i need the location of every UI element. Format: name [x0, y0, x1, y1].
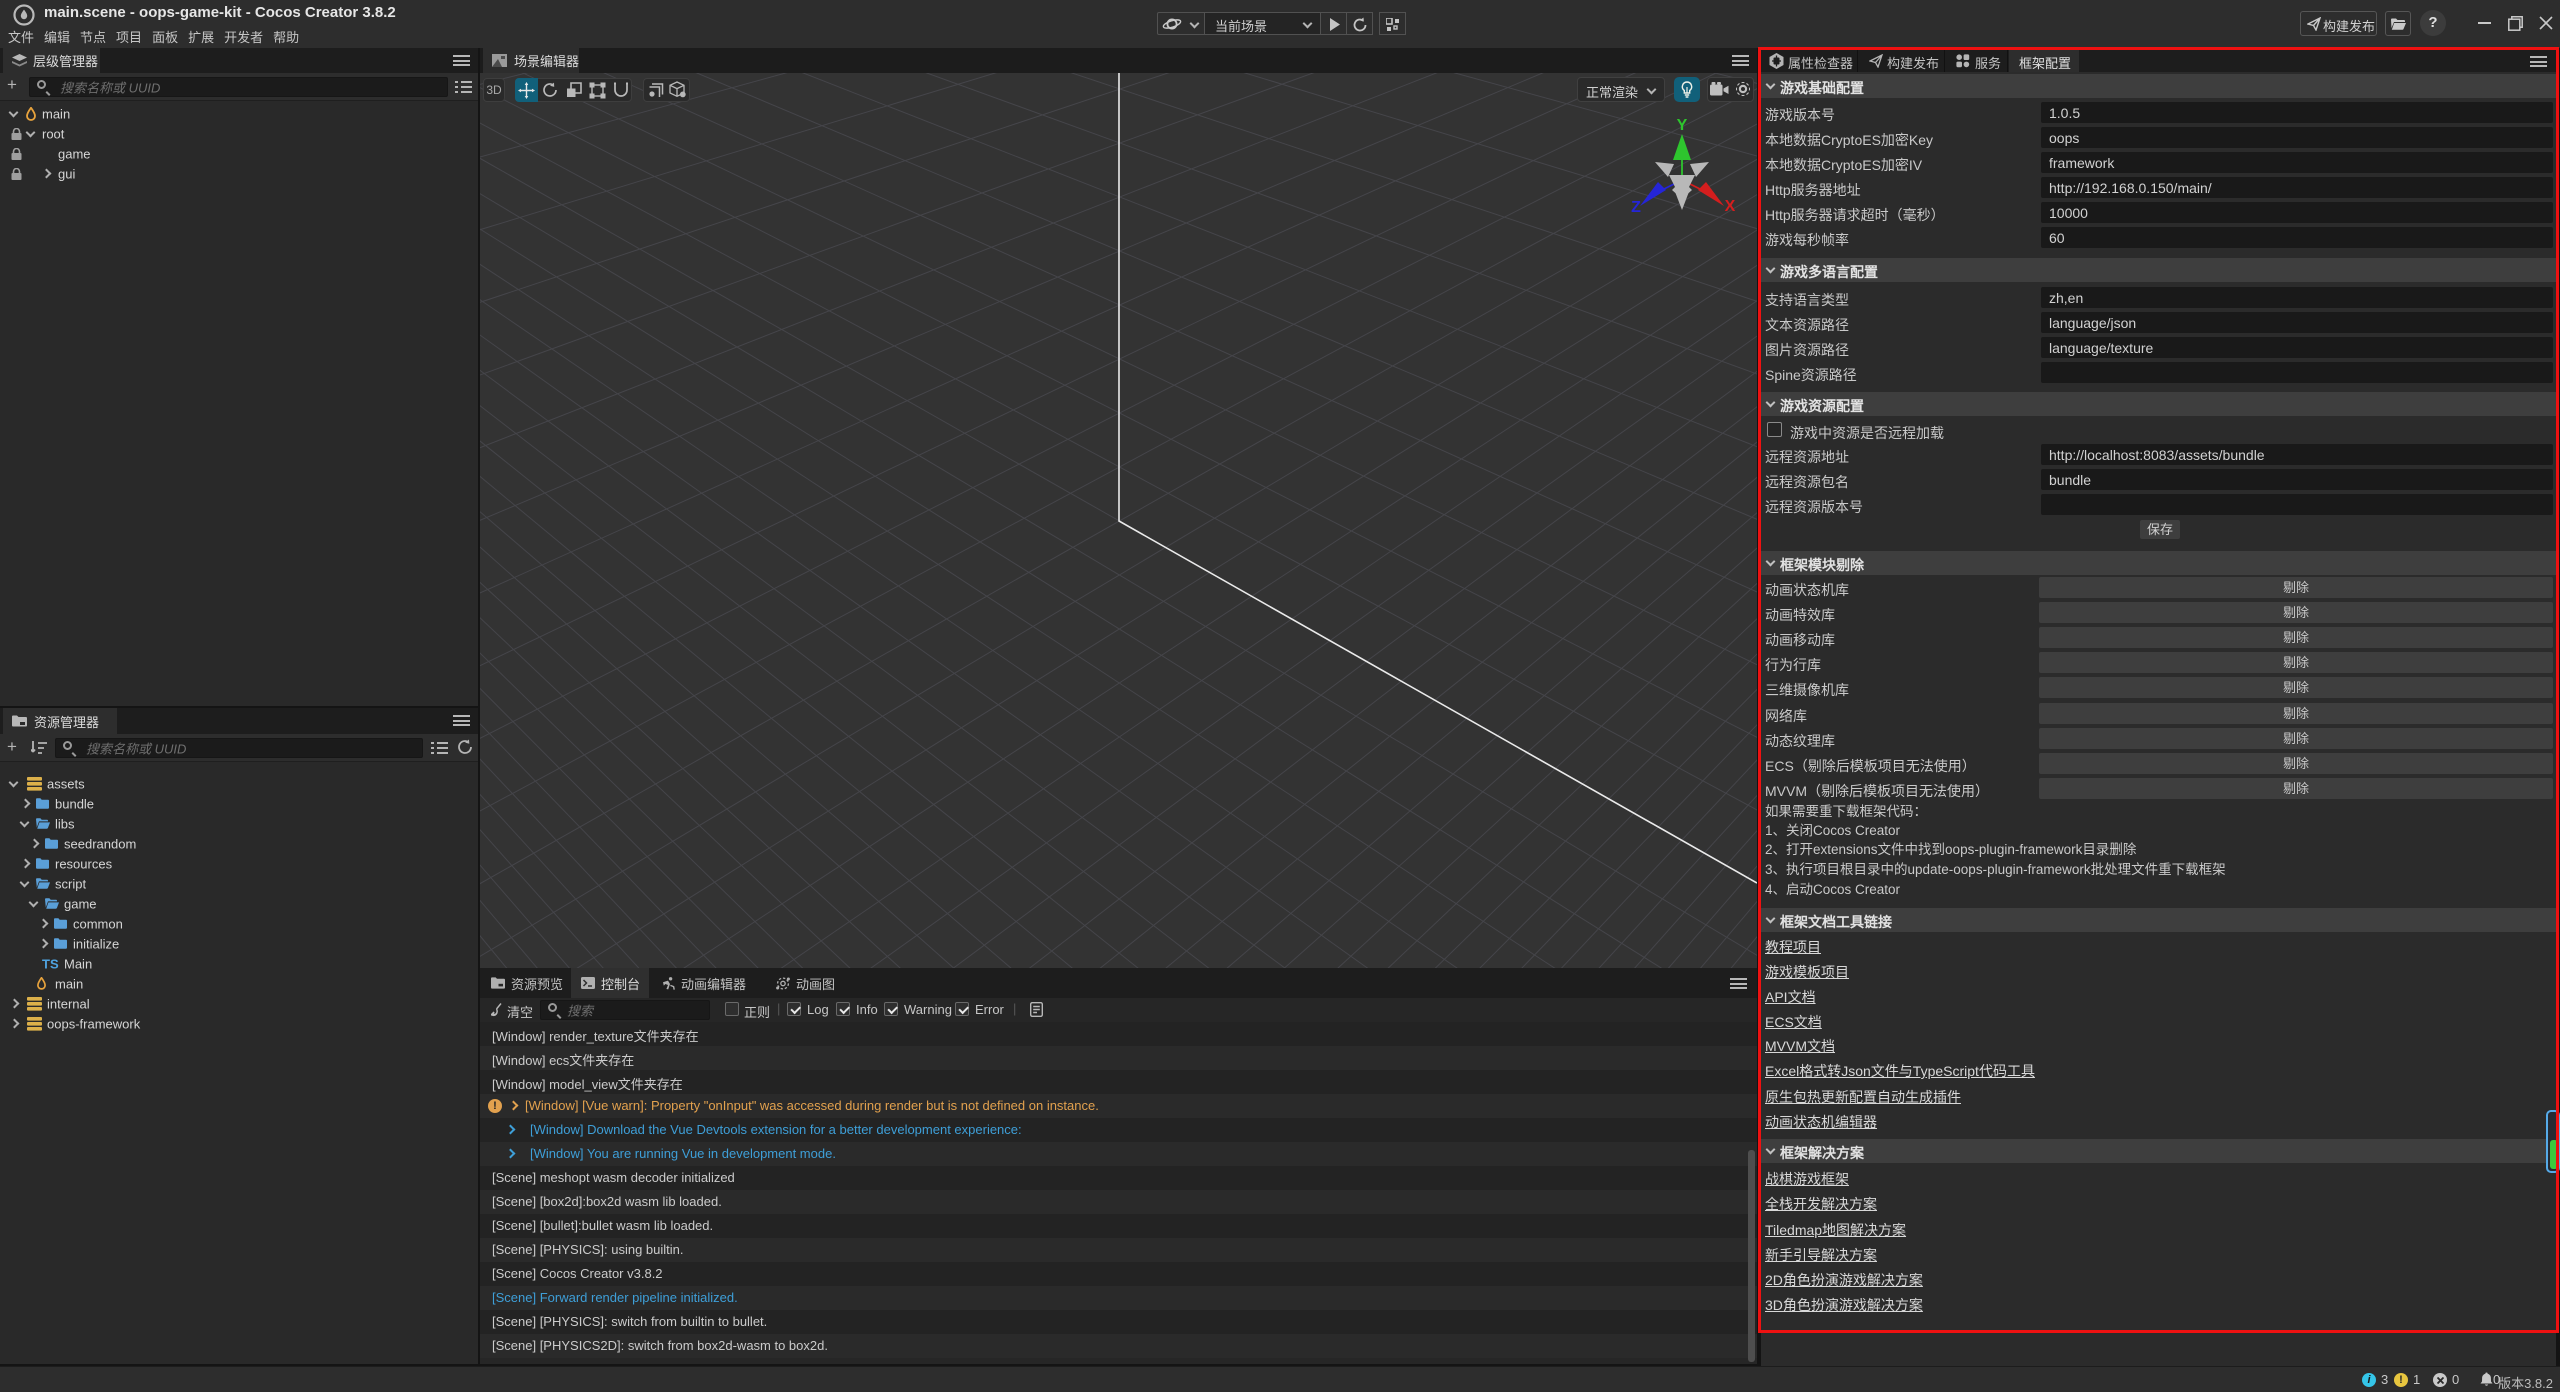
svg-text:X: X	[1725, 198, 1736, 215]
svg-text:Y: Y	[1677, 117, 1688, 134]
svg-text:Z: Z	[1631, 199, 1641, 216]
